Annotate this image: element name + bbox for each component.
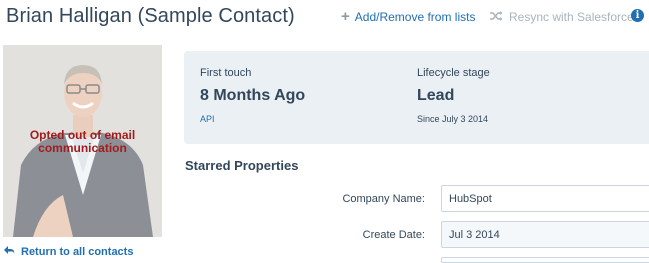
first-touch-label: First touch bbox=[200, 67, 252, 79]
resync-salesforce-label: Resync with Salesforce bbox=[509, 10, 634, 24]
lifecycle-summary: Lifecycle stage Lead Since July 3 2014 bbox=[417, 67, 490, 124]
lifecycle-since: Since July 3 2014 bbox=[417, 114, 489, 124]
first-touch-value: 8 Months Ago bbox=[200, 87, 306, 104]
first-touch-source-link[interactable]: API bbox=[200, 114, 305, 124]
add-remove-lists-link[interactable]: + Add/Remove from lists bbox=[341, 8, 476, 25]
lifecycle-label: Lifecycle stage bbox=[417, 67, 490, 79]
create-date-field: Jul 3 2014 bbox=[441, 221, 649, 248]
plus-icon: + bbox=[341, 8, 350, 25]
summary-card: First touch 8 Months Ago API Lifecycle s… bbox=[184, 51, 649, 144]
first-touch-summary: First touch 8 Months Ago API bbox=[200, 67, 305, 124]
starred-properties-title: Starred Properties bbox=[185, 158, 299, 173]
company-name-label: Company Name: bbox=[342, 193, 425, 205]
return-to-contacts-label: Return to all contacts bbox=[21, 246, 134, 258]
contact-name: Brian Halligan (Sample Contact) bbox=[6, 5, 295, 27]
resync-salesforce-link[interactable]: Resync with Salesforce bbox=[490, 10, 634, 24]
create-date-label: Create Date: bbox=[362, 229, 425, 241]
return-to-contacts-link[interactable]: Return to all contacts bbox=[4, 246, 133, 258]
add-remove-lists-label: Add/Remove from lists bbox=[354, 10, 476, 24]
shuffle-icon bbox=[490, 10, 503, 24]
return-arrow-icon bbox=[4, 246, 15, 258]
next-property-field[interactable] bbox=[441, 257, 649, 263]
info-icon[interactable]: i bbox=[631, 9, 644, 22]
lifecycle-value: Lead bbox=[417, 87, 455, 104]
opted-out-notice: Opted out of email communication bbox=[29, 128, 136, 155]
contact-photo: Opted out of email communication bbox=[3, 45, 162, 237]
company-name-field[interactable]: HubSpot bbox=[441, 185, 649, 212]
